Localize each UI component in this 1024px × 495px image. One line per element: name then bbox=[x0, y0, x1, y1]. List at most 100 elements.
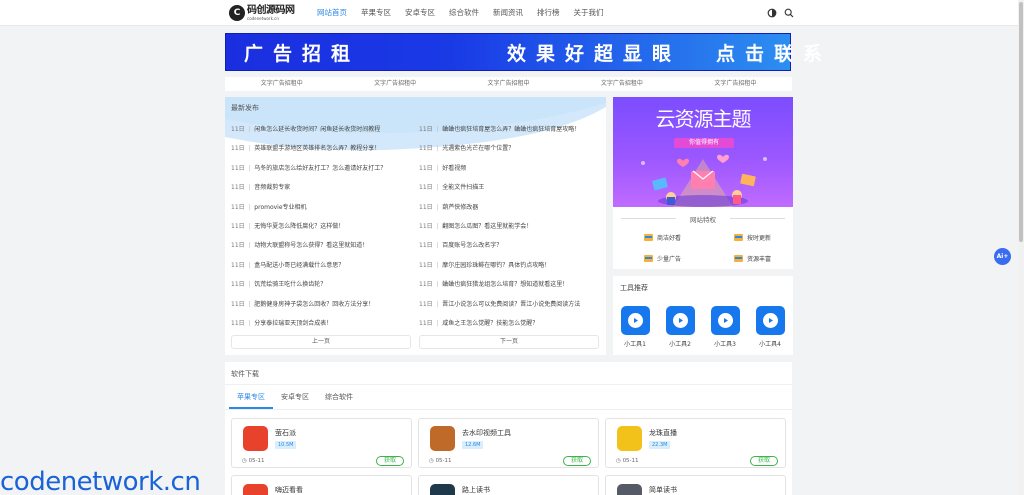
news-item[interactable]: 11日 | 光遇紫色光芒在哪个位置？ bbox=[419, 145, 580, 164]
text-ad-link[interactable]: 文字广告招租中 bbox=[338, 77, 451, 91]
nav-android[interactable]: 安卓专区 bbox=[398, 0, 442, 26]
software-downloads-panel: 软件下载 苹果专区 安卓专区 综合软件 萤石派 10.5M ◷ 05-11 获取 去水印… bbox=[225, 362, 792, 495]
news-date: 11日 bbox=[419, 319, 433, 327]
news-item[interactable]: 11日 | 好看视频 bbox=[419, 165, 580, 184]
app-size-badge: 12.6M bbox=[462, 441, 484, 449]
news-date: 11日 bbox=[231, 281, 245, 289]
theme-toggle-icon[interactable] bbox=[767, 8, 777, 18]
tab-apple[interactable]: 苹果专区 bbox=[229, 385, 273, 409]
get-button[interactable]: 获取 bbox=[750, 456, 778, 466]
text-ad-link[interactable]: 文字广告招租中 bbox=[452, 77, 565, 91]
news-item[interactable]: 11日 | 翻图怎么瓜图？看这里就能学会！ bbox=[419, 223, 580, 242]
latest-title: 最新发布 bbox=[231, 104, 259, 112]
news-item[interactable]: 11日 | 动物大联盟称号怎么获得？看这里就知道！ bbox=[231, 242, 386, 261]
feature-item: 少量广告 bbox=[644, 254, 681, 263]
nav-home[interactable]: 网站首页 bbox=[310, 0, 354, 26]
software-card[interactable]: 路上读书 bbox=[418, 475, 599, 495]
news-item[interactable]: 11日 | 英雄联盟手游地区英雄排名怎么弄？教程分享！ bbox=[231, 145, 386, 164]
news-item[interactable]: 11日 | 肥鹅健身房神子袋怎么回收？回收方法分享！ bbox=[231, 301, 386, 320]
news-item[interactable]: 11日 | 闲鱼怎么延长收货时间？闲鱼延长收货时间教程 bbox=[231, 126, 386, 145]
text-ad-link[interactable]: 文字广告招租中 bbox=[565, 77, 678, 91]
nav-software[interactable]: 综合软件 bbox=[442, 0, 486, 26]
news-date: 11日 bbox=[419, 145, 433, 153]
news-item[interactable]: 11日 | 百度账号怎么改名字？ bbox=[419, 242, 580, 261]
tab-android[interactable]: 安卓专区 bbox=[273, 385, 317, 409]
get-button[interactable]: 获取 bbox=[376, 456, 404, 466]
news-date: 11日 bbox=[231, 203, 245, 211]
app-name: 简单读书 bbox=[649, 486, 677, 494]
envelope-icon bbox=[734, 234, 743, 241]
feature-item: 商洁好看 bbox=[644, 233, 681, 242]
ad-banner[interactable]: 广告招租 效果好超显眼 点击联系 bbox=[225, 33, 822, 71]
news-item[interactable]: 11日 | 蛐蛐也疯狂培育屋怎么弄？蛐蛐也疯狂培育屋攻略！ bbox=[419, 126, 580, 145]
software-card[interactable]: 萤石派 10.5M ◷ 05-11 获取 bbox=[231, 418, 412, 468]
news-date: 11日 bbox=[231, 164, 245, 172]
app-icon bbox=[243, 426, 268, 451]
top-navigation-bar: C 码创源码网 codenetwork.cn 网站首页 苹果专区 安卓专区 综合… bbox=[0, 0, 1024, 26]
news-date: 11日 bbox=[419, 242, 433, 250]
news-item[interactable]: 11日 | 乌冬的旅店怎么给好友打工？怎么邀请好友打工？ bbox=[231, 165, 386, 184]
news-item[interactable]: 11日 | 饥荒绘骑王吃什么换齿轮？ bbox=[231, 281, 386, 300]
text-ad-link[interactable]: 文字广告招租中 bbox=[679, 77, 792, 91]
scrollbar[interactable] bbox=[1018, 0, 1024, 495]
tool-item-3[interactable]: 小工具3 bbox=[710, 306, 740, 348]
news-item[interactable]: 11日 | 全能文件扫描王 bbox=[419, 184, 580, 203]
news-title: 闲鱼怎么延长收货时间？闲鱼延长收货时间教程 bbox=[254, 126, 381, 133]
get-button[interactable]: 获取 bbox=[563, 456, 591, 466]
news-title: 乌冬的旅店怎么给好友打工？怎么邀请好友打工？ bbox=[254, 164, 387, 172]
software-card[interactable]: 龙珠直播 22.3M ◷ 05-11 获取 bbox=[605, 418, 786, 468]
logo-text: 码创源码网 bbox=[247, 4, 295, 16]
app-size-badge: 10.5M bbox=[275, 441, 297, 449]
news-date: 11日 bbox=[419, 203, 433, 211]
news-date: 11日 bbox=[419, 126, 433, 133]
ai-assistant-button[interactable]: Ai+ bbox=[994, 248, 1011, 265]
app-size-badge: 22.3M bbox=[649, 441, 671, 449]
news-list-left: 11日 | 闲鱼怎么延长收货时间？闲鱼延长收货时间教程 11日 | 英雄联盟手游地… bbox=[231, 126, 386, 339]
news-item[interactable]: 11日 | 音频裁剪专家 bbox=[231, 184, 386, 203]
tab-software[interactable]: 综合软件 bbox=[317, 385, 361, 409]
nav-news[interactable]: 新闻资讯 bbox=[486, 0, 530, 26]
software-card[interactable]: 嗨迈看看 bbox=[231, 475, 412, 495]
software-card[interactable]: 简单读书 bbox=[605, 475, 786, 495]
nav-about[interactable]: 关于我们 bbox=[567, 0, 611, 26]
news-date: 11日 bbox=[231, 261, 245, 269]
news-date: 11日 bbox=[231, 300, 245, 308]
news-item[interactable]: 11日 | promovie专业相机 bbox=[231, 204, 386, 223]
main-nav: 网站首页 苹果专区 安卓专区 综合软件 新闻资讯 排行榜 关于我们 bbox=[310, 0, 611, 26]
next-page-button[interactable]: 下一页 bbox=[419, 335, 599, 349]
news-date: 11日 bbox=[419, 261, 433, 269]
site-logo[interactable]: C 码创源码网 codenetwork.cn bbox=[229, 4, 309, 22]
news-item[interactable]: 11日 | 盒马配送小哥已经满载什么意思？ bbox=[231, 262, 386, 281]
app-name: 嗨迈看看 bbox=[275, 486, 303, 494]
play-icon bbox=[755, 306, 785, 335]
news-title: 摩尔庄园珍珠鲱在哪钓？具体钓点攻略！ bbox=[442, 261, 551, 269]
app-date: ◷ 05-11 bbox=[616, 458, 639, 464]
news-date: 11日 bbox=[419, 164, 433, 172]
news-title: promovie专业相机 bbox=[254, 203, 307, 211]
tool-item-2[interactable]: 小工具2 bbox=[665, 306, 695, 348]
news-item[interactable]: 11日 | 晋江小说怎么可以免费阅读？晋江小说免费阅读方法 bbox=[419, 301, 580, 320]
software-card[interactable]: 去水印视频工具 12.6M ◷ 05-11 获取 bbox=[418, 418, 599, 468]
text-ads-row: 文字广告招租中 文字广告招租中 文字广告招租中 文字广告招租中 文字广告招租中 bbox=[225, 77, 792, 91]
news-item[interactable]: 11日 | 葫芦侠修改器 bbox=[419, 204, 580, 223]
tool-item-4[interactable]: 小工具4 bbox=[755, 306, 785, 348]
search-icon[interactable] bbox=[784, 8, 794, 18]
nav-ranking[interactable]: 排行榜 bbox=[530, 0, 567, 26]
watermark-text: codenetwork.cn bbox=[0, 467, 201, 495]
software-title: 软件下载 bbox=[231, 370, 259, 378]
news-item[interactable]: 11日 | 摩尔庄园珍珠鲱在哪钓？具体钓点攻略！ bbox=[419, 262, 580, 281]
news-item[interactable]: 11日 | 蛐蛐也疯狂猎龙组怎么培育？想知道就看这里！ bbox=[419, 281, 580, 300]
nav-apple[interactable]: 苹果专区 bbox=[354, 0, 398, 26]
text-ad-link[interactable]: 文字广告招租中 bbox=[225, 77, 338, 91]
tool-item-1[interactable]: 小工具1 bbox=[620, 306, 650, 348]
news-item[interactable]: 11日 | 无悔华夏怎么降低腐化？这样做！ bbox=[231, 223, 386, 242]
promo-image[interactable]: 云资源主题 你值得拥有 bbox=[613, 97, 793, 207]
envelope-icon bbox=[734, 255, 743, 262]
prev-page-button[interactable]: 上一页 bbox=[231, 335, 411, 349]
play-icon bbox=[710, 306, 740, 335]
scrollbar-thumb[interactable] bbox=[1019, 2, 1023, 242]
news-title: 翻图怎么瓜图？看这里就能学会！ bbox=[442, 222, 533, 230]
news-date: 11日 bbox=[231, 242, 245, 250]
app-icon bbox=[430, 426, 455, 451]
news-date: 11日 bbox=[419, 281, 433, 289]
